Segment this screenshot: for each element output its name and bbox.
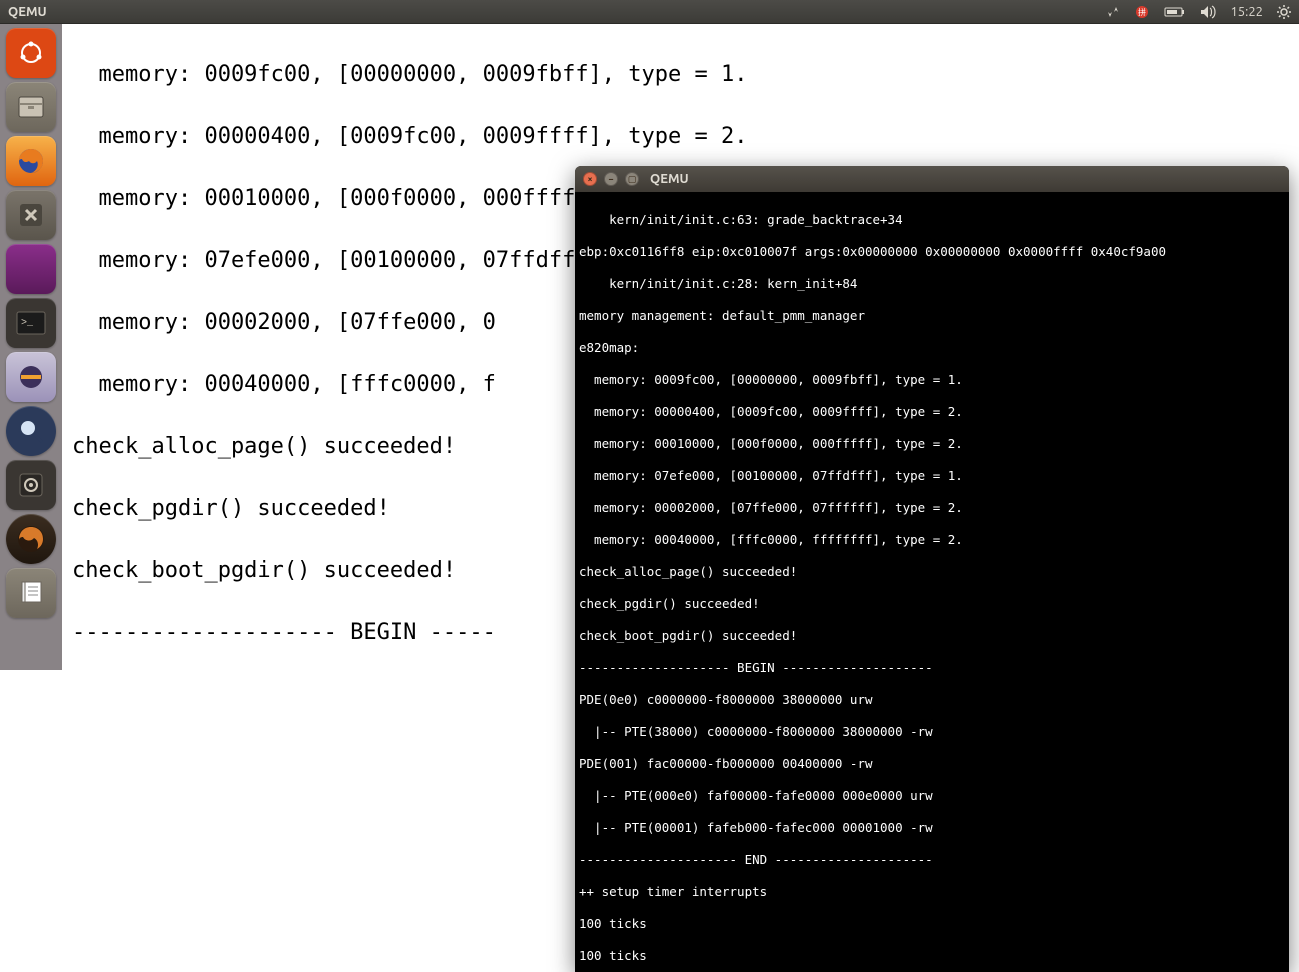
session-gear-icon[interactable]	[1277, 5, 1291, 19]
qemu-line: e820map:	[579, 340, 639, 355]
qemu-line: memory management: default_pmm_manager	[579, 308, 865, 323]
terminal-line: check_pgdir() succeeded!	[72, 496, 390, 521]
qemu-line: |-- PTE(00001) fafeb000-fafec000 0000100…	[579, 820, 933, 835]
qemu-line: PDE(001) fac00000-fb000000 00400000 -rw	[579, 756, 873, 771]
qemu-line: memory: 00040000, [fffc0000, ffffffff], …	[579, 532, 963, 547]
battery-icon[interactable]	[1164, 6, 1186, 18]
qemu-line: kern/init/init.c:28: kern_init+84	[579, 276, 857, 291]
launcher-workspace-switcher-icon[interactable]	[6, 244, 56, 294]
system-menubar: QEMU 拼 15:22	[0, 0, 1299, 24]
window-close-button[interactable]: ×	[583, 172, 597, 186]
qemu-line: |-- PTE(38000) c0000000-f8000000 3800000…	[579, 724, 933, 739]
terminal-line: check_boot_pgdir() succeeded!	[72, 558, 456, 583]
launcher-vault-icon[interactable]	[6, 460, 56, 510]
launcher-magnifier-icon[interactable]	[6, 406, 56, 456]
qemu-line: 100 ticks	[579, 948, 647, 963]
qemu-line: memory: 00000400, [0009fc00, 0009ffff], …	[579, 404, 963, 419]
qemu-line: |-- PTE(000e0) faf00000-fafe0000 000e000…	[579, 788, 933, 803]
qemu-line: check_pgdir() succeeded!	[579, 596, 760, 611]
qemu-line: memory: 00010000, [000f0000, 000fffff], …	[579, 436, 963, 451]
qemu-line: memory: 0009fc00, [00000000, 0009fbff], …	[579, 372, 963, 387]
qemu-titlebar[interactable]: × − ▢ QEMU	[575, 166, 1289, 192]
launcher-docs-icon[interactable]	[6, 568, 56, 618]
qemu-window[interactable]: × − ▢ QEMU kern/init/init.c:63: grade_ba…	[575, 166, 1289, 972]
launcher-dash-icon[interactable]	[6, 28, 56, 78]
qemu-line: memory: 07efe000, [00100000, 07ffdfff], …	[579, 468, 963, 483]
qemu-line: 100 ticks	[579, 916, 647, 931]
launcher-app-icon[interactable]	[6, 514, 56, 564]
qemu-line: --------------------- END --------------…	[579, 852, 933, 867]
window-title: QEMU	[650, 172, 689, 186]
window-minimize-button[interactable]: −	[604, 172, 618, 186]
qemu-line: memory: 00002000, [07ffe000, 07ffffff], …	[579, 500, 963, 515]
app-menu-title[interactable]: QEMU	[8, 5, 47, 19]
svg-text:>_: >_	[21, 318, 34, 329]
clock[interactable]: 15:22	[1230, 5, 1263, 19]
unity-launcher: >_	[0, 24, 62, 670]
terminal-line: memory: 00040000, [fffc0000, f	[72, 372, 496, 397]
launcher-eclipse-icon[interactable]	[6, 352, 56, 402]
volume-icon[interactable]	[1200, 5, 1216, 19]
qemu-terminal-body[interactable]: kern/init/init.c:63: grade_backtrace+34 …	[575, 192, 1289, 972]
launcher-firefox-icon[interactable]	[6, 136, 56, 186]
network-icon[interactable]	[1106, 5, 1120, 19]
launcher-files-icon[interactable]	[6, 82, 56, 132]
input-method-icon[interactable]: 拼	[1134, 4, 1150, 20]
qemu-line: ebp:0xc0116ff8 eip:0xc010007f args:0x000…	[579, 244, 1166, 259]
qemu-line: check_alloc_page() succeeded!	[579, 564, 797, 579]
qemu-line: check_boot_pgdir() succeeded!	[579, 628, 797, 643]
qemu-line: -------------------- BEGIN -------------…	[579, 660, 933, 675]
qemu-line: ++ setup timer interrupts	[579, 884, 767, 899]
launcher-terminal-icon[interactable]: >_	[6, 298, 56, 348]
terminal-line: memory: 00000400, [0009fc00, 0009ffff], …	[72, 124, 748, 149]
qemu-line: PDE(0e0) c0000000-f8000000 38000000 urw	[579, 692, 873, 707]
launcher-settings-icon[interactable]	[6, 190, 56, 240]
terminal-line: memory: 0009fc00, [00000000, 0009fbff], …	[72, 62, 748, 87]
qemu-line: kern/init/init.c:63: grade_backtrace+34	[579, 212, 903, 227]
svg-text:拼: 拼	[1138, 7, 1146, 17]
terminal-line: -------------------- BEGIN -----	[72, 620, 496, 645]
terminal-line: memory: 00002000, [07ffe000, 0	[72, 310, 496, 335]
window-maximize-button[interactable]: ▢	[625, 172, 639, 186]
terminal-line: check_alloc_page() succeeded!	[72, 434, 456, 459]
